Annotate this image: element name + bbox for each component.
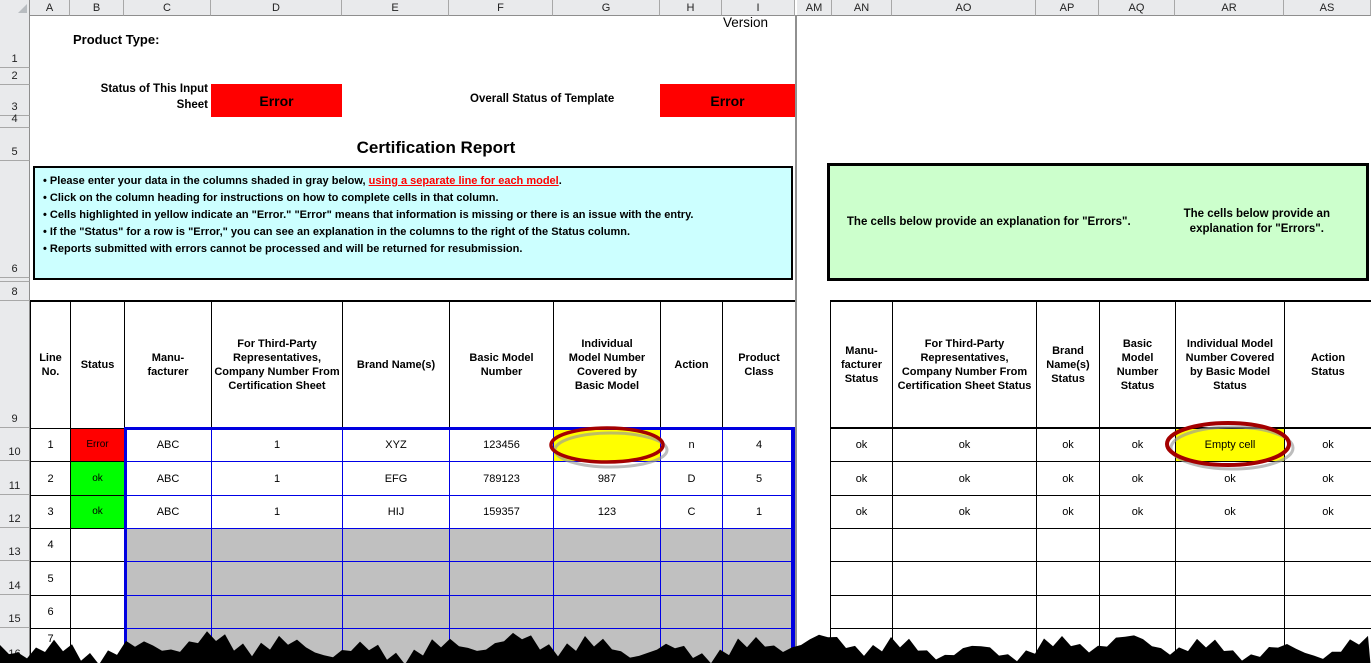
torn-edge	[0, 0, 1371, 663]
spreadsheet: ABCDEFGHIAMANAOAPAQARAS 1234567891011121…	[0, 0, 1371, 663]
